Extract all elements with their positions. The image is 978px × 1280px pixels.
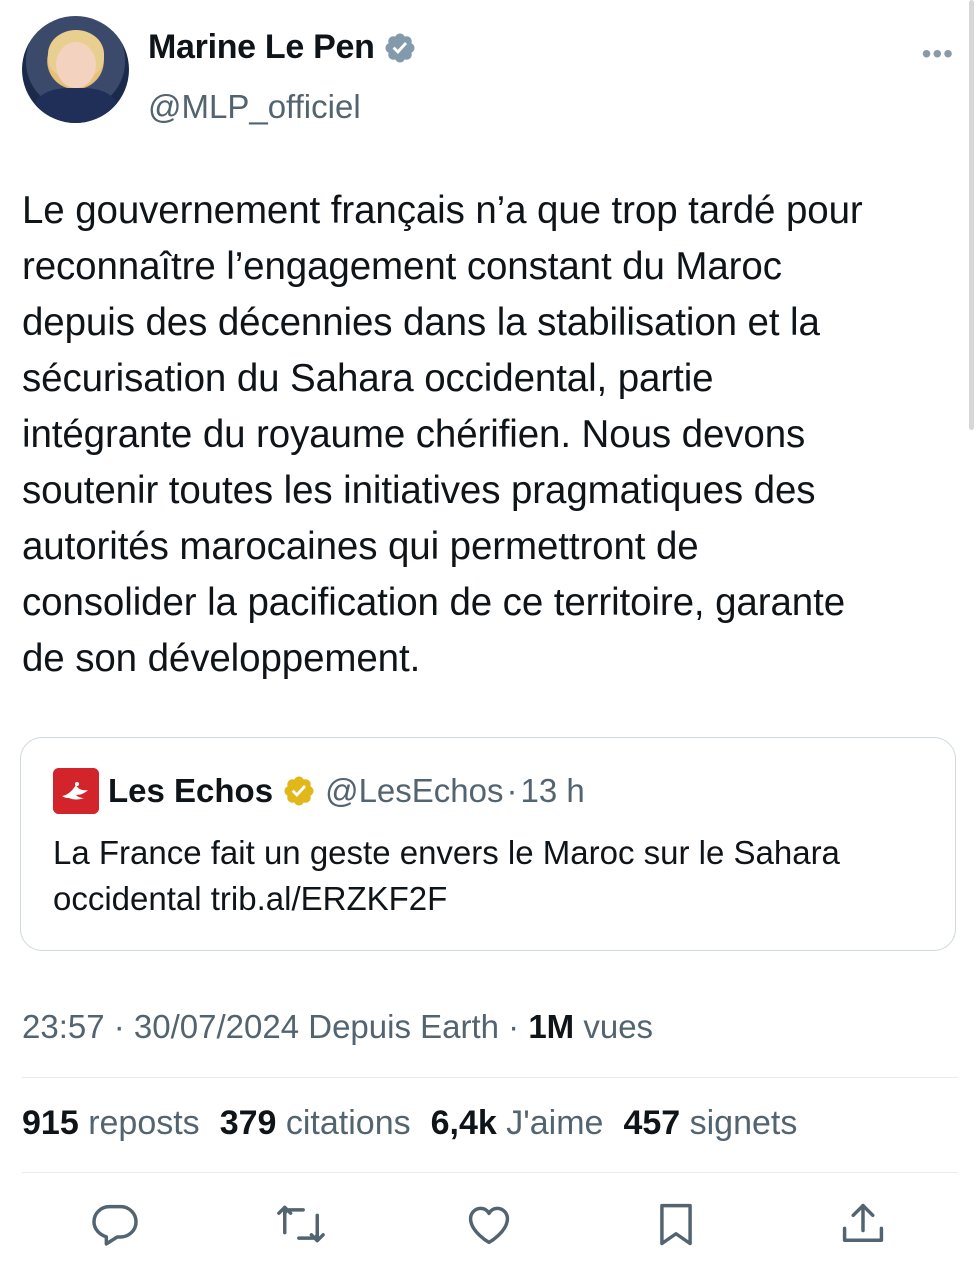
engagement-stats: 915 reposts 379 citations 6,4k J'aime 45… [22, 1104, 797, 1143]
tweet-text: Le gouvernement français n’a que trop ta… [22, 189, 863, 680]
quoted-author-handle[interactable]: @LesEchos [325, 772, 503, 810]
les-echos-logo-icon [53, 768, 99, 814]
repost-button[interactable] [275, 1198, 327, 1250]
stat-value: 915 [22, 1104, 79, 1142]
like-button[interactable] [463, 1198, 515, 1250]
avatar-face [56, 42, 96, 88]
quoted-tweet-header: Les Echos @LesEchos · 13 h [53, 768, 585, 814]
quoted-author-name[interactable]: Les Echos [108, 772, 273, 810]
reply-icon [92, 1204, 138, 1246]
bird-logo-icon [53, 768, 99, 814]
author-name-row: Marine Le Pen [148, 28, 417, 67]
quoted-timestamp[interactable]: 13 h [521, 772, 585, 810]
author-handle[interactable]: @MLP_officiel [148, 88, 361, 126]
divider [22, 1172, 958, 1173]
stat-label: citations [285, 1104, 411, 1142]
verified-badge-icon [385, 32, 415, 63]
stat-label: reposts [88, 1104, 200, 1142]
repost-icon [277, 1205, 325, 1243]
quoted-tweet-text: La France fait un geste envers le Maroc … [53, 834, 840, 917]
verified-gold-badge-icon [284, 776, 314, 806]
more-options-icon[interactable]: ••• [922, 38, 954, 70]
reply-button[interactable] [89, 1198, 141, 1250]
stat-value: 6,4k [430, 1104, 497, 1142]
avatar[interactable] [22, 16, 129, 123]
stat-citations[interactable]: 379 citations [220, 1104, 411, 1143]
bookmark-icon [660, 1203, 692, 1246]
stat-value: 379 [219, 1104, 277, 1142]
tweet-header: Marine Le Pen @MLP_officiel ••• [22, 16, 958, 126]
separator-dot: · [506, 772, 518, 809]
tweet-metadata: 23:57 · 30/07/2024 Depuis Earth · 1M vue… [22, 1008, 653, 1046]
stat-likes[interactable]: 6,4k J'aime [431, 1104, 604, 1143]
scrollbar[interactable] [969, 0, 974, 430]
author-name[interactable]: Marine Le Pen [148, 28, 375, 67]
like-icon [468, 1206, 510, 1245]
share-icon [842, 1203, 884, 1242]
bookmark-button[interactable] [650, 1198, 702, 1250]
stat-value: 457 [623, 1104, 681, 1142]
views-count: 1M [528, 1008, 575, 1045]
stat-reposts[interactable]: 915 reposts [22, 1104, 200, 1143]
tweet-datetime[interactable]: 23:57 · 30/07/2024 Depuis Earth · [22, 1008, 528, 1045]
stat-label: J'aime [506, 1104, 604, 1142]
action-bar [0, 1198, 978, 1254]
views-label: vues [574, 1008, 654, 1045]
quoted-tweet[interactable]: Les Echos @LesEchos · 13 h La France fai… [20, 737, 956, 951]
divider [22, 1077, 958, 1078]
stat-bookmarks[interactable]: 457 signets [623, 1104, 797, 1143]
share-button[interactable] [837, 1198, 889, 1250]
stat-label: signets [689, 1104, 798, 1142]
avatar-body [34, 88, 118, 123]
